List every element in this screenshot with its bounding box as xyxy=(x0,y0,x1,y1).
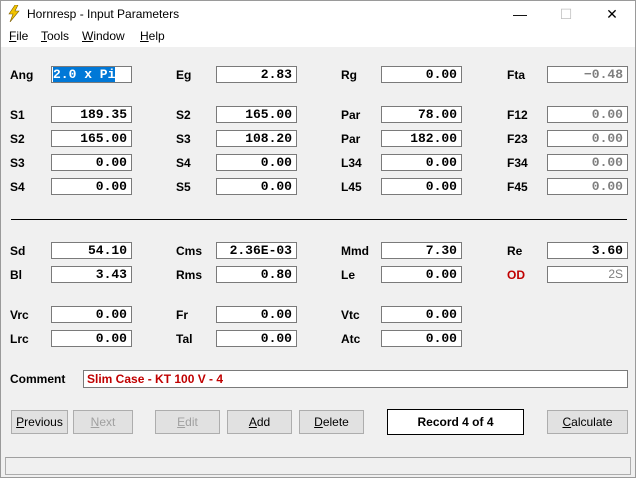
field-atc[interactable]: 0.00 xyxy=(381,330,462,347)
minimize-button[interactable]: — xyxy=(497,1,543,27)
comment-field[interactable]: Slim Case - KT 100 V - 4 xyxy=(83,370,628,388)
label-lrc: Lrc xyxy=(10,332,29,346)
field-cms[interactable]: 2.36E-03 xyxy=(216,242,297,259)
label-s2: S2 xyxy=(10,132,25,146)
edit-button[interactable]: Edit xyxy=(155,410,220,434)
label-s5: S5 xyxy=(176,180,191,194)
field-s2[interactable]: 165.00 xyxy=(216,106,297,123)
field-f45[interactable]: 0.00 xyxy=(547,178,628,195)
title-bar: Hornresp - Input Parameters — ☐ ✕ xyxy=(1,1,635,27)
label-f23: F23 xyxy=(507,132,528,146)
field-s4[interactable]: 0.00 xyxy=(216,154,297,171)
field-le[interactable]: 0.00 xyxy=(381,266,462,283)
menu-tools[interactable]: Tools xyxy=(41,29,69,43)
menu-window[interactable]: Window xyxy=(82,29,125,43)
field-s1[interactable]: 189.35 xyxy=(51,106,132,123)
field-s5[interactable]: 0.00 xyxy=(216,178,297,195)
label-s1: S1 xyxy=(10,108,25,122)
field-mmd[interactable]: 7.30 xyxy=(381,242,462,259)
field-f34[interactable]: 0.00 xyxy=(547,154,628,171)
field-tal[interactable]: 0.00 xyxy=(216,330,297,347)
field-ang[interactable]: 2.0 x Pi xyxy=(51,66,132,83)
label-f45: F45 xyxy=(507,180,528,194)
label-tal: Tal xyxy=(176,332,193,346)
menu-file[interactable]: File xyxy=(9,29,28,43)
label-eg: Eg xyxy=(176,68,192,82)
label-f34: F34 xyxy=(507,156,528,170)
delete-button[interactable]: Delete xyxy=(299,410,364,434)
label-s4: S4 xyxy=(176,156,191,170)
label-s3: S3 xyxy=(176,132,191,146)
field-od[interactable]: 2S xyxy=(547,266,628,283)
close-button[interactable]: ✕ xyxy=(589,1,635,27)
label-comment: Comment xyxy=(10,372,66,386)
field-s3[interactable]: 108.20 xyxy=(216,130,297,147)
divider xyxy=(11,219,627,220)
field-s2-b[interactable]: 165.00 xyxy=(51,130,132,147)
maximize-button[interactable]: ☐ xyxy=(543,1,589,27)
field-par-2[interactable]: 182.00 xyxy=(381,130,462,147)
record-indicator: Record 4 of 4 xyxy=(387,409,524,435)
field-lrc[interactable]: 0.00 xyxy=(51,330,132,347)
add-button[interactable]: Add xyxy=(227,410,292,434)
status-bar xyxy=(5,457,631,475)
label-od[interactable]: OD xyxy=(507,268,525,282)
field-f23[interactable]: 0.00 xyxy=(547,130,628,147)
label-fr: Fr xyxy=(176,308,188,322)
label-re: Re xyxy=(507,244,523,258)
field-fta[interactable]: −0.48 xyxy=(547,66,628,83)
label-s3: S3 xyxy=(10,156,25,170)
label-f12: F12 xyxy=(507,108,528,122)
menu-help[interactable]: Help xyxy=(140,29,165,43)
previous-button[interactable]: Previous xyxy=(11,410,68,434)
field-f12[interactable]: 0.00 xyxy=(547,106,628,123)
label-bl: Bl xyxy=(10,268,22,282)
lightning-icon xyxy=(7,4,21,23)
label-l45: L45 xyxy=(341,180,362,194)
label-le: Le xyxy=(341,268,356,282)
menu-bar: File Tools Window Help xyxy=(1,27,635,47)
label-sd: Sd xyxy=(10,244,26,258)
field-vtc[interactable]: 0.00 xyxy=(381,306,462,323)
label-s4: S4 xyxy=(10,180,25,194)
label-ang: Ang xyxy=(10,68,34,82)
label-vrc: Vrc xyxy=(10,308,29,322)
label-rms: Rms xyxy=(176,268,203,282)
label-cms: Cms xyxy=(176,244,203,258)
field-l34[interactable]: 0.00 xyxy=(381,154,462,171)
field-rg[interactable]: 0.00 xyxy=(381,66,462,83)
label-rg: Rg xyxy=(341,68,357,82)
calculate-button[interactable]: Calculate xyxy=(547,410,628,434)
label-par: Par xyxy=(341,132,361,146)
label-s2: S2 xyxy=(176,108,191,122)
field-fr[interactable]: 0.00 xyxy=(216,306,297,323)
window-title: Hornresp - Input Parameters xyxy=(27,7,180,21)
label-par: Par xyxy=(341,108,361,122)
label-vtc: Vtc xyxy=(341,308,360,322)
field-eg[interactable]: 2.83 xyxy=(216,66,297,83)
label-atc: Atc xyxy=(341,332,361,346)
label-l34: L34 xyxy=(341,156,362,170)
field-l45[interactable]: 0.00 xyxy=(381,178,462,195)
next-button[interactable]: Next xyxy=(73,410,133,434)
field-s4-b[interactable]: 0.00 xyxy=(51,178,132,195)
field-s3-b[interactable]: 0.00 xyxy=(51,154,132,171)
field-bl[interactable]: 3.43 xyxy=(51,266,132,283)
field-re[interactable]: 3.60 xyxy=(547,242,628,259)
field-par-1[interactable]: 78.00 xyxy=(381,106,462,123)
field-sd[interactable]: 54.10 xyxy=(51,242,132,259)
label-mmd: Mmd xyxy=(341,244,369,258)
label-fta: Fta xyxy=(507,68,525,82)
main-window: Hornresp - Input Parameters — ☐ ✕ File T… xyxy=(0,0,636,478)
field-vrc[interactable]: 0.00 xyxy=(51,306,132,323)
field-rms[interactable]: 0.80 xyxy=(216,266,297,283)
